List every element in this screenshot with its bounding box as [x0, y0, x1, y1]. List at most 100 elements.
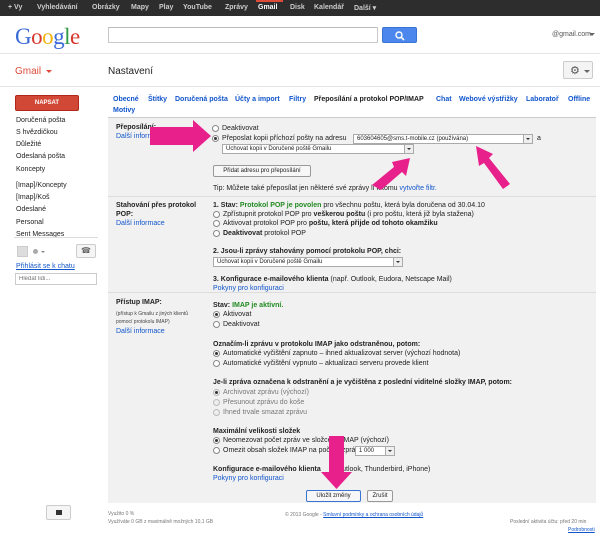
forwarding-enable-label: Přeposlat kopii příchozí pošty na adresu [222, 135, 347, 142]
imap-disable-radio[interactable] [213, 321, 220, 328]
header-divider [0, 53, 600, 54]
topbar-youtube[interactable]: YouTube [183, 4, 212, 11]
topbar-more[interactable]: Další ▾ [354, 4, 376, 12]
imap-learn-more-link[interactable]: Další informace [116, 328, 165, 335]
topbar-plus-you[interactable]: + Vy [8, 4, 22, 11]
imap-trash-radio[interactable] [213, 399, 220, 406]
imap-delete-question: Je-li zpráva označena k odstranění a je … [213, 379, 513, 386]
sidebar-item-drafts[interactable]: Koncepty [16, 166, 45, 173]
sidebar-item-personal[interactable]: Personal [16, 219, 44, 226]
create-filter-link[interactable]: vytvořte filtr. [400, 185, 437, 192]
sidebar-item-imap-drafts[interactable]: [Imap]/Koncepty [16, 182, 67, 189]
imap-archive-label: Archivovat zprávu (výchozí) [223, 389, 309, 396]
tab-general[interactable]: Obecné [113, 96, 139, 103]
pop-from-now-radio[interactable] [213, 220, 220, 227]
pop-action-select[interactable]: Uchovat kopii v Doručené poště Gmailu [213, 257, 403, 267]
forwarding-learn-more-link[interactable]: Další informace [116, 133, 165, 140]
pop-label: Stahování přes protokol [116, 202, 197, 209]
forwarding-disable-radio[interactable] [212, 125, 219, 132]
google-logo[interactable]: Google [15, 24, 80, 50]
imap-auto-expunge-on-radio[interactable] [213, 350, 220, 357]
pop-disable-radio[interactable] [213, 230, 220, 237]
topbar-images[interactable]: Obrázky [92, 4, 120, 11]
imap-size-question: Maximální velikosti složek [213, 428, 301, 435]
imap-archive-radio[interactable] [213, 389, 220, 396]
forwarding-enable-radio[interactable] [212, 135, 219, 142]
sidebar-item-sent[interactable]: Odeslaná pošta [16, 153, 65, 160]
topbar-news[interactable]: Zprávy [225, 4, 248, 11]
tab-labels[interactable]: Štítky [148, 96, 167, 103]
sidebar-item-sent-imap[interactable]: Odeslané [16, 206, 46, 213]
topbar-drive[interactable]: Disk [290, 4, 305, 11]
imap-auto-expunge-off-label: Automatické vyčištění vypnuto – aktualiz… [223, 360, 429, 367]
imap-enable-label: Aktivovat [223, 311, 252, 318]
status-icon[interactable] [33, 249, 38, 254]
pop-from-now-label: Aktivovat protokol POP pro poštu, která … [223, 220, 438, 227]
chat-signin-link[interactable]: Přihlásit se k chatu [16, 263, 75, 270]
pop-instructions-link[interactable]: Pokyny pro konfiguraci [213, 285, 284, 292]
row-divider [108, 292, 596, 293]
search-button[interactable] [382, 27, 417, 43]
pop-label-line2: POP: [116, 211, 134, 218]
topbar-gmail[interactable]: Gmail [258, 4, 277, 11]
forwarding-address-select[interactable]: 603604605@sms.t-mobile.cz (používána) [353, 134, 533, 144]
tab-chat[interactable]: Chat [436, 96, 452, 103]
imap-no-limit-radio[interactable] [213, 437, 220, 444]
tab-inbox[interactable]: Doručená pošta [175, 96, 228, 103]
save-changes-button[interactable]: Uložit změny [306, 490, 361, 502]
forwarding-keep-select[interactable]: Uchovat kopii v Doručené poště Gmailu [222, 144, 414, 154]
tab-accounts[interactable]: Účty a import [235, 96, 280, 103]
settings-button[interactable]: ⚙ [563, 61, 593, 79]
add-forwarding-address-button[interactable]: Přidat adresu pro přeposílání [213, 165, 311, 177]
toolbar-divider [0, 86, 600, 87]
chevron-down-icon[interactable] [46, 70, 52, 73]
last-activity: Poslední aktivita účtu: před 20 min [510, 519, 587, 525]
chat-toggle-button[interactable] [46, 505, 71, 520]
pop-status: 1. Stav: Protokol POP je povolen pro vše… [213, 202, 485, 209]
sidebar-item-starred[interactable]: S hvězdičkou [16, 129, 58, 136]
tab-web-clips[interactable]: Webové výstřižky [459, 96, 518, 103]
chevron-down-icon[interactable] [41, 251, 45, 253]
activity-details-link[interactable]: Podrobnosti [568, 527, 595, 533]
topbar-play[interactable]: Play [159, 4, 173, 11]
tab-filters[interactable]: Filtry [289, 96, 306, 103]
topbar-calendar[interactable]: Kalendář [314, 4, 344, 11]
search-input[interactable] [108, 27, 378, 43]
imap-auto-expunge-off-radio[interactable] [213, 360, 220, 367]
forwarding-tip: Tip: Můžete také přeposílat jen některé … [213, 185, 437, 192]
imap-enable-radio[interactable] [213, 311, 220, 318]
gmail-menu-label[interactable]: Gmail [15, 66, 41, 77]
topbar-maps[interactable]: Mapy [131, 4, 149, 11]
imap-client-config: Konfigurace e-mailového klienta Outlook,… [213, 466, 431, 473]
chevron-down-icon[interactable] [589, 33, 595, 36]
sidebar-item-inbox[interactable]: Doručená pošta [16, 117, 65, 124]
people-search-input[interactable] [15, 273, 97, 285]
chevron-down-icon [393, 258, 402, 266]
page-title: Nastavení [108, 66, 154, 77]
top-bar: + Vy Vyhledávání Obrázky Mapy Play YouTu… [0, 0, 600, 16]
phone-call-button[interactable]: ☎ [76, 244, 96, 258]
sidebar-item-imap-trash[interactable]: [Imap]/Koš [16, 194, 49, 201]
pop-learn-more-link[interactable]: Další informace [116, 220, 165, 227]
tab-labs[interactable]: Laboratoř [526, 96, 559, 103]
sidebar-item-important[interactable]: Důležité [16, 141, 41, 148]
imap-label: Přístup IMAP: [116, 299, 162, 306]
imap-delete-forever-radio[interactable] [213, 409, 220, 416]
topbar-search[interactable]: Vyhledávání [37, 4, 78, 11]
imap-trash-label: Přesunout zprávu do koše [223, 399, 305, 406]
imap-sublabel-1: (přístup k Gmailu z jiných klientů [116, 311, 188, 317]
tab-offline[interactable]: Offline [568, 96, 590, 103]
compose-button[interactable]: NAPSAT [15, 95, 79, 111]
imap-limit-radio[interactable] [213, 447, 220, 454]
imap-limit-select[interactable]: 1 000 [355, 446, 395, 456]
tab-forwarding-pop-imap[interactable]: Přeposílání a protokol POP/IMAP [314, 96, 424, 103]
gear-icon: ⚙ [570, 65, 580, 77]
imap-instructions-link[interactable]: Pokyny pro konfiguraci [213, 475, 284, 482]
cancel-button[interactable]: Zrušit [367, 490, 393, 502]
terms-link[interactable]: Smluvní podmínky a ochrana osobních údaj… [323, 512, 423, 518]
account-email[interactable]: @gmail.com [552, 31, 591, 38]
tab-themes[interactable]: Motivy [113, 107, 135, 114]
avatar[interactable] [17, 246, 28, 257]
storage-usage-percent: Využito 0 % [108, 511, 135, 517]
pop-all-mail-radio[interactable] [213, 211, 220, 218]
